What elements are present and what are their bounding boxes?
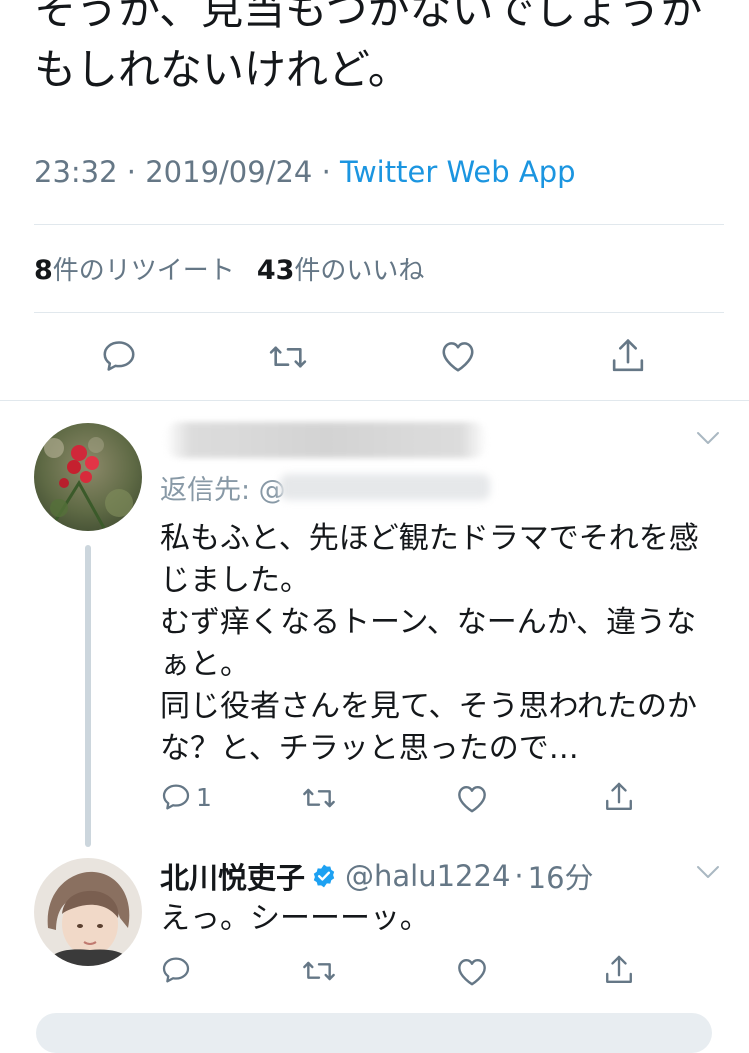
like-stat-label: 件のいいね <box>294 256 425 286</box>
divider <box>0 400 749 401</box>
reply-to-prefix: 返信先: @ <box>160 475 286 506</box>
author-name[interactable]: 北川悦吏子 <box>160 855 305 897</box>
share-upload-icon <box>612 339 644 372</box>
heart-icon <box>458 959 486 986</box>
chevron-down-icon[interactable] <box>694 862 722 882</box>
like-button[interactable] <box>455 956 489 987</box>
divider <box>34 224 724 225</box>
retweet-stat[interactable]: 8件のリツイート <box>34 255 235 286</box>
tweet-meta: 23:32 · 2019/09/24 · Twitter Web App <box>34 155 576 189</box>
tweet-text: そうか、見当もつかないでしょうか もしれないけれど。 <box>34 0 724 100</box>
reply-text-line: 私もふと、先ほど観たドラマでそれを感 <box>160 521 699 556</box>
tweet-stats: 8件のリツイート 43件のいいね <box>34 250 424 287</box>
speech-bubble-icon <box>162 784 190 810</box>
retweet-button[interactable] <box>301 782 337 814</box>
retweet-button[interactable] <box>268 338 308 376</box>
redacted-handle <box>280 474 490 500</box>
heart-icon <box>458 786 486 813</box>
reply-count: 1 <box>196 782 212 812</box>
like-button[interactable] <box>455 783 489 814</box>
reply-text-line: ぁと。 <box>160 647 250 682</box>
reply-text-line: 同じ役者さんを見て、そう思われたのか <box>160 689 697 724</box>
retweet-arrows-icon <box>269 346 307 368</box>
reply-text: 私もふと、先ほど観たドラマでそれを感 じました。 むず痒くなるトーン、なーんか、… <box>160 518 720 770</box>
retweet-arrows-icon <box>303 788 335 808</box>
share-button[interactable] <box>603 780 635 814</box>
retweet-count: 8 <box>34 255 53 286</box>
reply-button[interactable] <box>160 954 192 986</box>
author-handle[interactable]: @halu1224 <box>345 859 510 893</box>
reply-compose-bar[interactable] <box>36 1013 712 1053</box>
redacted-name <box>165 422 487 458</box>
divider <box>34 312 724 313</box>
share-button[interactable] <box>609 336 647 376</box>
reply-text: えっ。シーーーッ。 <box>160 901 430 936</box>
retweet-button[interactable] <box>301 955 337 987</box>
tweet-text-line-1: そうか、見当もつかないでしょうか <box>34 0 703 34</box>
verified-badge-icon <box>313 864 335 888</box>
thread-line <box>85 545 91 847</box>
retweet-stat-label: 件のリツイート <box>52 256 235 286</box>
chevron-down-icon[interactable] <box>694 428 722 448</box>
avatar[interactable] <box>34 858 142 966</box>
reply-to-line: 返信先: @ <box>160 468 286 507</box>
person-photo-avatar <box>34 858 142 966</box>
share-upload-icon <box>606 955 632 983</box>
retweet-arrows-icon <box>303 961 335 981</box>
heart-icon <box>442 342 474 372</box>
speech-bubble-icon <box>162 957 190 983</box>
reply-button[interactable] <box>100 337 138 375</box>
tweet-text-line-2: もしれないけれど。 <box>34 45 410 94</box>
speech-bubble-icon <box>103 341 135 371</box>
reply-button[interactable]: 1 <box>160 781 212 813</box>
tweet-date: 2019/09/24 <box>145 155 313 189</box>
rose-photo-avatar <box>34 423 142 531</box>
share-button[interactable] <box>603 953 635 987</box>
tweet-source-link[interactable]: Twitter Web App <box>340 155 576 189</box>
meta-separator: · <box>126 155 137 189</box>
like-button[interactable] <box>439 338 477 374</box>
avatar[interactable] <box>34 423 142 531</box>
reply-text-line: むず痒くなるトーン、なーんか、違うな <box>160 605 697 640</box>
like-count: 43 <box>256 255 295 286</box>
share-upload-icon <box>606 782 632 810</box>
meta-separator: · <box>321 155 331 189</box>
like-stat[interactable]: 43件のいいね <box>256 255 425 286</box>
tweet-age: 16分 <box>527 861 594 895</box>
reply-author-row: 北川悦吏子 @halu1224 · 16分 <box>160 855 594 897</box>
reply-text-line: じました。 <box>160 563 310 598</box>
tweet-time: 23:32 <box>34 155 118 189</box>
meta-separator: · <box>514 859 524 893</box>
reply-text-line: な？と、チラッと思ったので… <box>160 731 579 766</box>
